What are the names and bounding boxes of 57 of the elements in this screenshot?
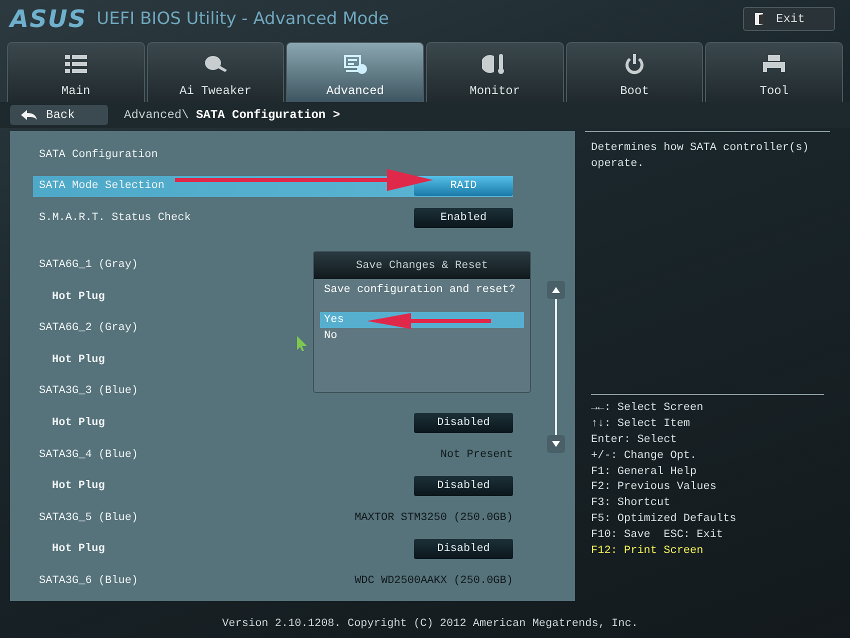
key-hint: →←: Select Screen: [591, 401, 704, 416]
setting-label: S.M.A.R.T. Status Check: [39, 212, 191, 224]
setting-label: Hot Plug: [52, 416, 105, 429]
setting-label: SATA3G_5 (Blue): [39, 512, 138, 524]
up-triangle-icon: [552, 287, 560, 294]
setting-row[interactable]: S.M.A.R.T. Status Check Enabled: [33, 202, 513, 234]
scroll-up-button[interactable]: [547, 281, 565, 300]
scrollbar[interactable]: [547, 281, 565, 454]
key-hint: F1: General Help: [591, 464, 698, 480]
setting-label: SATA3G_3 (Blue): [39, 385, 138, 398]
door-icon: [754, 12, 766, 26]
tab[interactable]: Boot: [566, 42, 704, 102]
tab[interactable]: Main: [7, 42, 145, 102]
setting-label: Hot Plug: [52, 354, 105, 366]
key-hint: Enter: Select: [591, 432, 678, 448]
key-hint: F2: Previous Values: [591, 480, 718, 496]
setting-value: Not Present: [440, 448, 513, 460]
option-button[interactable]: Disabled: [414, 476, 513, 496]
option-button[interactable]: Disabled: [414, 412, 513, 433]
key-hint: F5: Optimized Defaults: [591, 512, 738, 527]
cursor-icon: [297, 336, 307, 352]
tab[interactable]: Advanced: [286, 42, 424, 102]
tab[interactable]: Monitor: [426, 42, 564, 102]
setting-value: MAXTOR STM3250 (250.0GB): [354, 512, 513, 524]
window-title: UEFI BIOS Utility - Advanced Mode: [96, 8, 389, 29]
key-hint: +/-: Change Opt.: [591, 448, 698, 464]
exit-button[interactable]: Exit: [743, 6, 835, 31]
tab[interactable]: Tool: [705, 42, 844, 102]
setting-label: Hot Plug: [52, 290, 105, 303]
help-description: Determines how SATA controller(s) operate.: [591, 141, 810, 172]
setting-row[interactable]: SATA Configuration: [33, 139, 513, 171]
key-hint: F10: Save ESC: Exit: [591, 528, 724, 543]
scroll-down-button[interactable]: [547, 435, 565, 454]
setting-label: SATA Mode Selection: [39, 180, 164, 192]
key-hint: F12: Print Screen: [591, 544, 704, 559]
down-triangle-icon: [552, 441, 560, 448]
dialog-option[interactable]: No: [320, 328, 524, 344]
setting-label: Hot Plug: [52, 480, 105, 492]
breadcrumb-path: Advanced\ SATA Configuration >: [124, 108, 340, 122]
back-button[interactable]: Back: [10, 105, 108, 126]
key-hint: ↑↓: Select Item: [591, 417, 692, 432]
option-button[interactable]: Disabled: [414, 539, 513, 560]
setting-label: SATA3G_6 (Blue): [39, 574, 138, 587]
setting-label: SATA6G_1 (Gray): [39, 258, 138, 271]
version-text: Version 2.10.1208. Copyright (C) 2012 American Megatrends, Inc.: [221, 617, 639, 632]
back-arrow-icon: [20, 109, 38, 122]
setting-label: Hot Plug: [52, 543, 105, 556]
tab[interactable]: Ai Tweaker: [146, 42, 284, 102]
dialog-title: Save Changes & Reset: [314, 252, 530, 280]
setting-value: WDC WD2500AAKX (250.0GB): [354, 574, 513, 587]
option-button[interactable]: Enabled: [414, 208, 513, 228]
setting-label: SATA3G_4 (Blue): [39, 448, 138, 460]
key-hint: F3: Shortcut: [591, 496, 672, 512]
logo: ASUS: [10, 4, 87, 33]
setting-label: SATA Configuration: [39, 149, 158, 162]
dialog-question: Save configuration and reset?: [323, 283, 516, 296]
setting-label: SATA6G_2 (Gray): [39, 322, 138, 334]
